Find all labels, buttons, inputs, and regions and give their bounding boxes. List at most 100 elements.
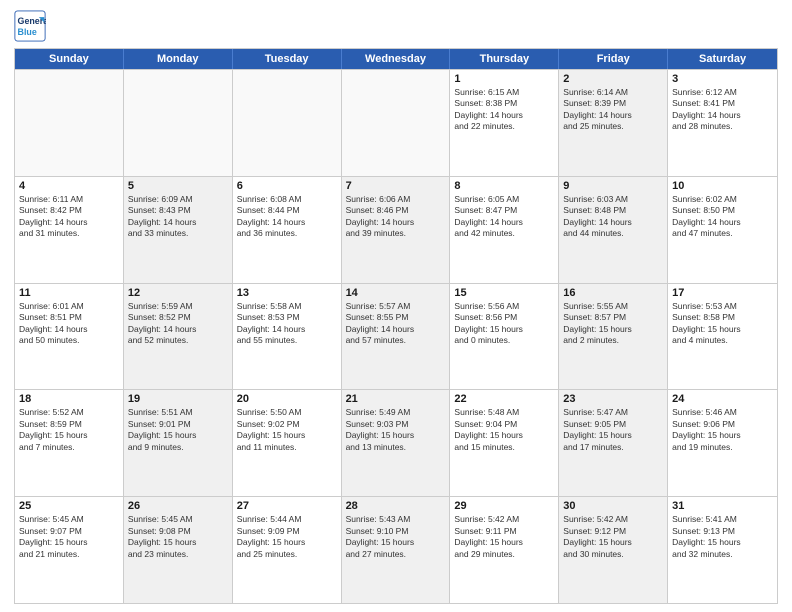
calendar-cell: 20Sunrise: 5:50 AM Sunset: 9:02 PM Dayli… [233,390,342,496]
calendar-cell [15,70,124,176]
calendar: SundayMondayTuesdayWednesdayThursdayFrid… [14,48,778,604]
cell-info: Sunrise: 5:42 AM Sunset: 9:12 PM Dayligh… [563,514,663,560]
calendar-cell: 11 Sunrise: 6:01 AM Sunset: 8:51 PM Dayli… [15,284,124,390]
day-number: 11 [19,287,119,299]
day-number: 9 [563,180,663,192]
calendar-cell: 18 Sunrise: 5:52 AM Sunset: 8:59 PM Dayli… [15,390,124,496]
calendar-cell: 14 Sunrise: 5:57 AM Sunset: 8:55 PM Dayli… [342,284,451,390]
cell-info: Sunrise: 5:44 AM Sunset: 9:09 PM Dayligh… [237,514,337,560]
cell-info: Sunrise: 5:47 AM Sunset: 9:05 PM Dayligh… [563,407,663,453]
day-number: 16 [563,287,663,299]
cell-info: Sunrise: 5:59 AM Sunset: 8:52 PM Dayligh… [128,301,228,347]
day-number: 7 [346,180,446,192]
cell-info: Sunrise: 5:48 AM Sunset: 9:04 PM Dayligh… [454,407,554,453]
day-number: 18 [19,393,119,405]
cell-info: Sunrise: 6:01 AM Sunset: 8:51 PM Dayligh… [19,301,119,347]
day-number: 2 [563,73,663,85]
day-number: 13 [237,287,337,299]
day-number: 21 [346,393,446,405]
cell-info: Sunrise: 5:45 AM Sunset: 9:08 PM Dayligh… [128,514,228,560]
cell-info: Sunrise: 5:49 AM Sunset: 9:03 PM Dayligh… [346,407,446,453]
svg-text:Blue: Blue [18,27,37,37]
calendar-cell: 15 Sunrise: 5:56 AM Sunset: 8:56 PM Dayli… [450,284,559,390]
calendar-cell [342,70,451,176]
calendar-cell: 3 Sunrise: 6:12 AM Sunset: 8:41 PM Daylig… [668,70,777,176]
day-number: 5 [128,180,228,192]
calendar-cell: 2 Sunrise: 6:14 AM Sunset: 8:39 PM Daylig… [559,70,668,176]
cell-info: Sunrise: 5:43 AM Sunset: 9:10 PM Dayligh… [346,514,446,560]
day-number: 20 [237,393,337,405]
day-number: 29 [454,500,554,512]
calendar-cell: 13Sunrise: 5:58 AM Sunset: 8:53 PM Dayli… [233,284,342,390]
calendar-cell: 31 Sunrise: 5:41 AM Sunset: 9:13 PM Dayli… [668,497,777,603]
calendar-cell: 1Sunrise: 6:15 AM Sunset: 8:38 PM Daylig… [450,70,559,176]
calendar-cell: 4 Sunrise: 6:11 AM Sunset: 8:42 PM Daylig… [15,177,124,283]
weekday-header-thursday: Thursday [450,49,559,69]
calendar-row-4: 18 Sunrise: 5:52 AM Sunset: 8:59 PM Dayli… [15,389,777,496]
calendar-cell [124,70,233,176]
day-number: 28 [346,500,446,512]
calendar-cell: 28 Sunrise: 5:43 AM Sunset: 9:10 PM Dayli… [342,497,451,603]
cell-info: Sunrise: 6:02 AM Sunset: 8:50 PM Dayligh… [672,194,773,240]
cell-info: Sunrise: 5:46 AM Sunset: 9:06 PM Dayligh… [672,407,773,453]
day-number: 25 [19,500,119,512]
calendar-header: SundayMondayTuesdayWednesdayThursdayFrid… [15,49,777,69]
day-number: 26 [128,500,228,512]
weekday-header-sunday: Sunday [15,49,124,69]
logo-icon: General Blue [14,10,46,42]
cell-info: Sunrise: 5:52 AM Sunset: 8:59 PM Dayligh… [19,407,119,453]
cell-info: Sunrise: 5:51 AM Sunset: 9:01 PM Dayligh… [128,407,228,453]
cell-info: Sunrise: 5:45 AM Sunset: 9:07 PM Dayligh… [19,514,119,560]
cell-info: Sunrise: 5:42 AM Sunset: 9:11 PM Dayligh… [454,514,554,560]
calendar-cell: 26 Sunrise: 5:45 AM Sunset: 9:08 PM Dayli… [124,497,233,603]
calendar-cell: 30 Sunrise: 5:42 AM Sunset: 9:12 PM Dayli… [559,497,668,603]
day-number: 15 [454,287,554,299]
calendar-row-1: 1Sunrise: 6:15 AM Sunset: 8:38 PM Daylig… [15,69,777,176]
calendar-cell [233,70,342,176]
day-number: 31 [672,500,773,512]
calendar-row-3: 11 Sunrise: 6:01 AM Sunset: 8:51 PM Dayli… [15,283,777,390]
cell-info: Sunrise: 5:41 AM Sunset: 9:13 PM Dayligh… [672,514,773,560]
cell-info: Sunrise: 5:55 AM Sunset: 8:57 PM Dayligh… [563,301,663,347]
calendar-row-5: 25 Sunrise: 5:45 AM Sunset: 9:07 PM Dayli… [15,496,777,603]
weekday-header-saturday: Saturday [668,49,777,69]
calendar-row-2: 4 Sunrise: 6:11 AM Sunset: 8:42 PM Daylig… [15,176,777,283]
page-header: General Blue [14,10,778,42]
day-number: 22 [454,393,554,405]
cell-info: Sunrise: 6:08 AM Sunset: 8:44 PM Dayligh… [237,194,337,240]
calendar-cell: 5Sunrise: 6:09 AM Sunset: 8:43 PM Daylig… [124,177,233,283]
day-number: 17 [672,287,773,299]
weekday-header-friday: Friday [559,49,668,69]
weekday-header-wednesday: Wednesday [342,49,451,69]
calendar-cell: 22 Sunrise: 5:48 AM Sunset: 9:04 PM Dayli… [450,390,559,496]
day-number: 12 [128,287,228,299]
cell-info: Sunrise: 5:56 AM Sunset: 8:56 PM Dayligh… [454,301,554,347]
calendar-cell: 10 Sunrise: 6:02 AM Sunset: 8:50 PM Dayli… [668,177,777,283]
calendar-cell: 23Sunrise: 5:47 AM Sunset: 9:05 PM Dayli… [559,390,668,496]
cell-info: Sunrise: 6:14 AM Sunset: 8:39 PM Dayligh… [563,87,663,133]
calendar-cell: 21 Sunrise: 5:49 AM Sunset: 9:03 PM Dayli… [342,390,451,496]
cell-info: Sunrise: 6:06 AM Sunset: 8:46 PM Dayligh… [346,194,446,240]
day-number: 30 [563,500,663,512]
calendar-cell: 8Sunrise: 6:05 AM Sunset: 8:47 PM Daylig… [450,177,559,283]
calendar-cell: 27Sunrise: 5:44 AM Sunset: 9:09 PM Dayli… [233,497,342,603]
cell-info: Sunrise: 6:15 AM Sunset: 8:38 PM Dayligh… [454,87,554,133]
cell-info: Sunrise: 6:12 AM Sunset: 8:41 PM Dayligh… [672,87,773,133]
logo: General Blue [14,10,46,42]
day-number: 19 [128,393,228,405]
calendar-cell: 17 Sunrise: 5:53 AM Sunset: 8:58 PM Dayli… [668,284,777,390]
day-number: 8 [454,180,554,192]
cell-info: Sunrise: 5:53 AM Sunset: 8:58 PM Dayligh… [672,301,773,347]
calendar-cell: 19 Sunrise: 5:51 AM Sunset: 9:01 PM Dayli… [124,390,233,496]
day-number: 10 [672,180,773,192]
calendar-cell: 24Sunrise: 5:46 AM Sunset: 9:06 PM Dayli… [668,390,777,496]
cell-info: Sunrise: 6:03 AM Sunset: 8:48 PM Dayligh… [563,194,663,240]
day-number: 4 [19,180,119,192]
day-number: 3 [672,73,773,85]
calendar-cell: 9 Sunrise: 6:03 AM Sunset: 8:48 PM Daylig… [559,177,668,283]
weekday-header-monday: Monday [124,49,233,69]
day-number: 6 [237,180,337,192]
cell-info: Sunrise: 5:57 AM Sunset: 8:55 PM Dayligh… [346,301,446,347]
day-number: 14 [346,287,446,299]
cell-info: Sunrise: 6:11 AM Sunset: 8:42 PM Dayligh… [19,194,119,240]
